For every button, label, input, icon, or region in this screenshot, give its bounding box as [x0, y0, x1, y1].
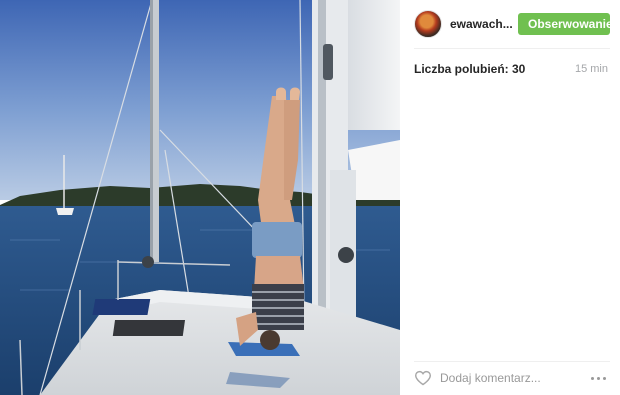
dot — [602, 376, 606, 380]
follow-button[interactable]: Obserwowanie — [518, 13, 613, 35]
ellipsis-icon[interactable] — [588, 372, 608, 384]
dot — [590, 376, 594, 380]
photo-sailboat-headstand — [0, 0, 400, 395]
instagram-post: ewawach... Obserwowanie Liczba polubień:… — [0, 0, 620, 395]
heart-icon[interactable] — [414, 370, 432, 386]
post-photo[interactable] — [0, 0, 400, 395]
dot — [596, 376, 600, 380]
post-side-panel: ewawach... Obserwowanie Liczba polubień:… — [400, 0, 620, 395]
likes-count[interactable]: Liczba polubień: 30 — [414, 62, 525, 76]
post-timestamp[interactable]: 15 min — [575, 63, 608, 75]
comment-bar — [414, 366, 608, 390]
username-link[interactable]: ewawach... — [450, 17, 518, 31]
comment-input[interactable] — [440, 371, 570, 385]
header-divider — [414, 48, 610, 49]
post-header: ewawach... Obserwowanie — [414, 8, 613, 40]
post-meta: Liczba polubień: 30 15 min — [414, 62, 608, 76]
comment-divider — [414, 361, 610, 362]
avatar[interactable] — [414, 10, 442, 38]
